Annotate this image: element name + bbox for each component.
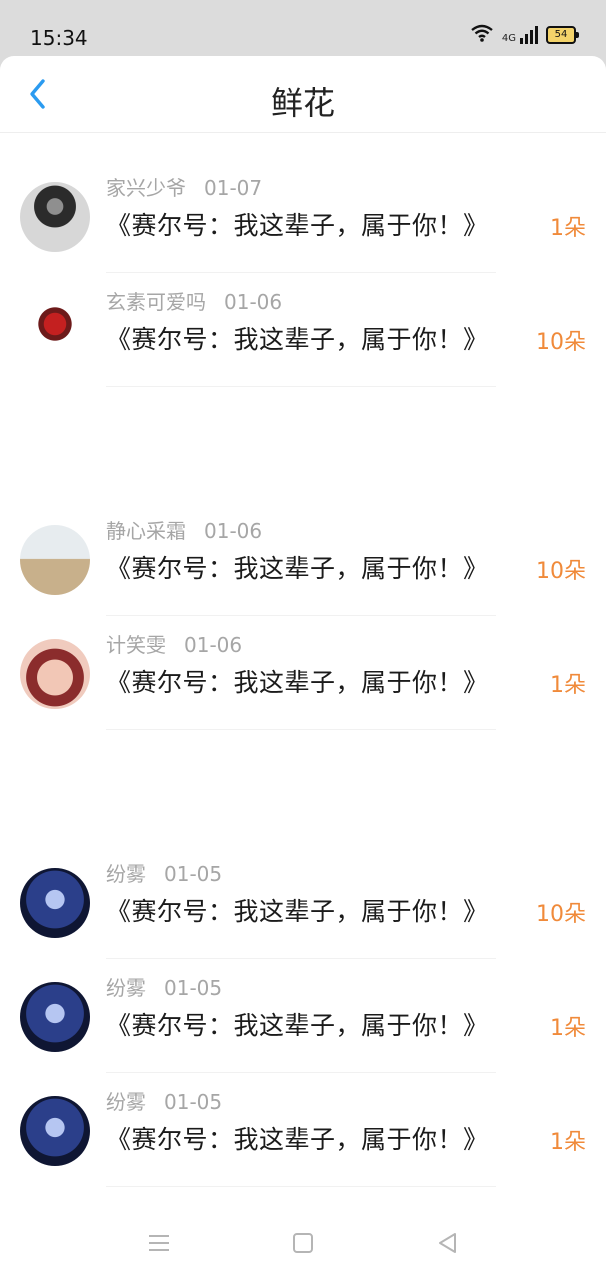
gift-title: 《赛尔号：我这辈子，属于你！》 [106, 1125, 489, 1154]
flower-count: 1朵 [550, 1130, 586, 1155]
date: 01-06 [204, 519, 263, 543]
divider [106, 272, 496, 273]
list-item[interactable]: 纷雾 01-05 《赛尔号：我这辈子，属于你！》 1朵 [0, 960, 606, 1074]
flower-count: 10朵 [536, 902, 586, 927]
list-item[interactable]: 纷雾 01-05 《赛尔号：我这辈子，属于你！》 1朵 [0, 1074, 606, 1188]
divider [106, 1186, 496, 1187]
avatar [20, 182, 90, 252]
item-meta: 纷雾 01-05 [106, 972, 222, 1001]
divider [106, 386, 496, 387]
avatar [20, 639, 90, 709]
avatar [20, 296, 90, 366]
header: 鲜花 [0, 56, 606, 132]
divider [106, 1072, 496, 1073]
square-icon [293, 1233, 313, 1253]
avatar [20, 868, 90, 938]
menu-icon [149, 1235, 169, 1251]
flower-count: 10朵 [536, 330, 586, 355]
system-nav-bar [0, 1204, 606, 1280]
item-meta: 纷雾 01-05 [106, 858, 222, 887]
username[interactable]: 玄素可爱吗 [106, 290, 206, 314]
username[interactable]: 纷雾 [106, 862, 146, 886]
back-nav-button[interactable] [434, 1230, 460, 1256]
triangle-back-icon [439, 1233, 456, 1253]
gift-title: 《赛尔号：我这辈子，属于你！》 [106, 325, 489, 354]
gift-title: 《赛尔号：我这辈子，属于你！》 [106, 1011, 489, 1040]
item-meta: 纷雾 01-05 [106, 1086, 222, 1115]
list-item[interactable]: 玄素可爱吗 01-06 《赛尔号：我这辈子，属于你！》 10朵 [0, 274, 606, 388]
list-item[interactable]: 静心采霜 01-06 《赛尔号：我这辈子，属于你！》 10朵 [0, 503, 606, 617]
divider [106, 615, 496, 616]
username[interactable]: 纷雾 [106, 1090, 146, 1114]
avatar [20, 1096, 90, 1166]
username[interactable]: 纷雾 [106, 976, 146, 1000]
gift-title: 《赛尔号：我这辈子，属于你！》 [106, 897, 489, 926]
item-meta: 玄素可爱吗 01-06 [106, 286, 282, 315]
signal-icon: 4G [502, 26, 538, 44]
home-nav-button[interactable] [290, 1230, 316, 1256]
list-item[interactable]: 纷雾 01-05 《赛尔号：我这辈子，属于你！》 10朵 [0, 846, 606, 960]
avatar [20, 525, 90, 595]
date: 01-06 [224, 290, 283, 314]
avatar [20, 982, 90, 1052]
username[interactable]: 计笑雯 [106, 633, 166, 657]
date: 01-06 [184, 633, 243, 657]
list-item[interactable]: 家兴少爷 01-07 《赛尔号：我这辈子，属于你！》 1朵 [0, 160, 606, 274]
page-title: 鲜花 [270, 84, 335, 122]
flower-count: 10朵 [536, 559, 586, 584]
list-item[interactable]: 计笑雯 01-06 《赛尔号：我这辈子，属于你！》 1朵 [0, 617, 606, 731]
menu-nav-button[interactable] [146, 1230, 172, 1256]
status-time: 15:34 [30, 26, 88, 50]
date: 01-05 [164, 1090, 223, 1114]
divider [106, 729, 496, 730]
flower-count: 1朵 [550, 673, 586, 698]
network-label: 4G [501, 33, 516, 44]
wifi-icon [470, 24, 494, 46]
gift-title: 《赛尔号：我这辈子，属于你！》 [106, 668, 489, 697]
status-icons: 4G 54 [470, 24, 579, 46]
date: 01-05 [164, 862, 223, 886]
gift-title: 《赛尔号：我这辈子，属于你！》 [106, 211, 489, 240]
item-meta: 计笑雯 01-06 [106, 629, 242, 658]
divider [106, 958, 496, 959]
date: 01-07 [204, 176, 263, 200]
item-meta: 静心采霜 01-06 [106, 515, 262, 544]
flower-count: 1朵 [550, 216, 586, 241]
item-meta: 家兴少爷 01-07 [106, 172, 262, 201]
username[interactable]: 静心采霜 [106, 519, 186, 543]
username[interactable]: 家兴少爷 [106, 176, 186, 200]
battery-icon: 54 [546, 26, 579, 44]
flower-count: 1朵 [550, 1016, 586, 1041]
gift-title: 《赛尔号：我这辈子，属于你！》 [106, 554, 489, 583]
date: 01-05 [164, 976, 223, 1000]
